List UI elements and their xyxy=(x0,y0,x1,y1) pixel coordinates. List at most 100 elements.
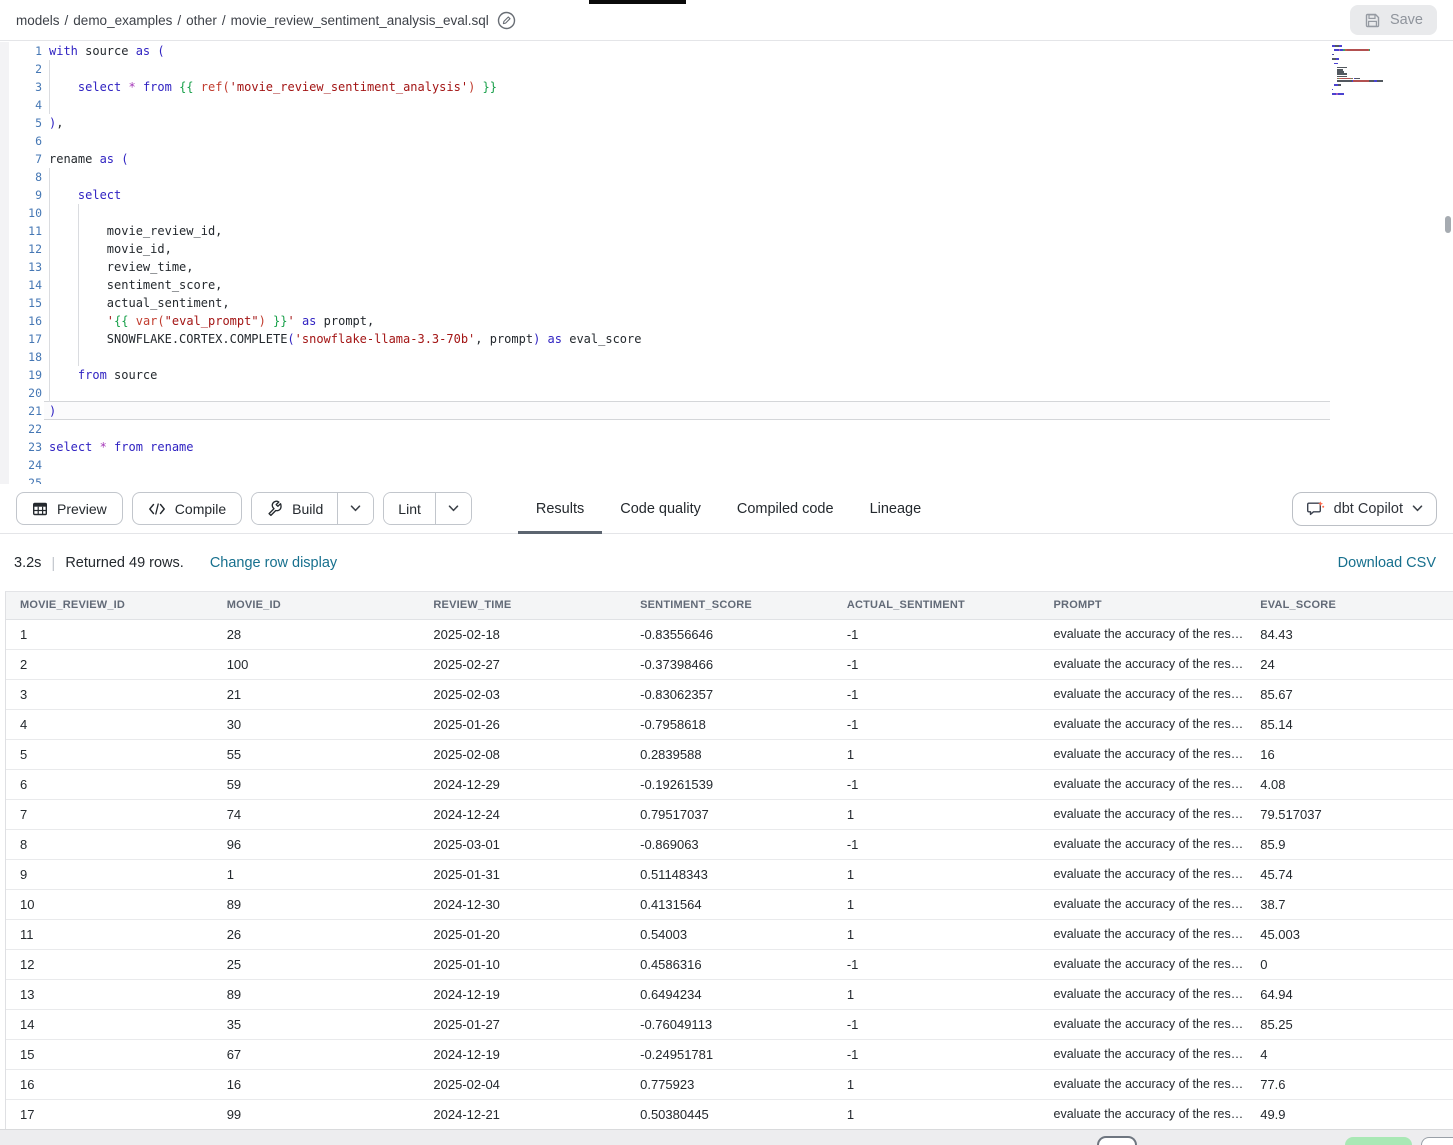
code-line[interactable]: 21) xyxy=(0,402,1453,420)
line-number: 7 xyxy=(9,150,42,168)
line-number: 2 xyxy=(9,60,42,78)
edit-circle-icon[interactable] xyxy=(497,11,516,30)
column-header-eval_score: EVAL_SCORE xyxy=(1246,592,1453,619)
editor-scrollbar-thumb[interactable] xyxy=(1445,216,1451,233)
code-line[interactable]: 25 xyxy=(0,474,1453,484)
code-text: ) xyxy=(42,402,56,420)
code-line[interactable]: 10 xyxy=(0,204,1453,222)
bottom-green-button-fragment[interactable] xyxy=(1345,1137,1412,1145)
code-line[interactable]: 14 sentiment_score, xyxy=(0,276,1453,294)
results-statusbar: 3.2s | Returned 49 rows. Change row disp… xyxy=(0,535,1453,591)
code-editor[interactable]: 1with source as (23 select * from {{ ref… xyxy=(0,42,1453,484)
code-line[interactable]: 18 xyxy=(0,348,1453,366)
table-row: 13892024-12-190.64942341evaluate the acc… xyxy=(6,979,1453,1009)
code-line[interactable]: 16 '{{ var("eval_prompt") }}' as prompt, xyxy=(0,312,1453,330)
tab-results[interactable]: Results xyxy=(518,484,602,533)
tab-code-quality[interactable]: Code quality xyxy=(602,484,719,533)
cell-prompt: evaluate the accuracy of the res… xyxy=(1040,709,1247,739)
prompt-truncated-text: evaluate the accuracy of the res… xyxy=(1054,807,1244,821)
cell-prompt: evaluate the accuracy of the res… xyxy=(1040,769,1247,799)
build-wrench-icon xyxy=(266,500,283,517)
code-line[interactable]: 1with source as ( xyxy=(0,42,1453,60)
save-button[interactable]: Save xyxy=(1350,5,1437,35)
cell-movie_id: 74 xyxy=(213,799,420,829)
lint-dropdown-chevron[interactable] xyxy=(435,493,471,524)
prompt-truncated-text: evaluate the accuracy of the res… xyxy=(1054,1077,1244,1091)
cell-movie_id: 28 xyxy=(213,619,420,649)
bottom-button-fragment[interactable] xyxy=(1097,1136,1137,1145)
breadcrumb-item[interactable]: demo_examples xyxy=(73,13,172,28)
prompt-truncated-text: evaluate the accuracy of the res… xyxy=(1054,777,1244,791)
table-row: 11262025-01-200.540031evaluate the accur… xyxy=(6,919,1453,949)
cell-prompt: evaluate the accuracy of the res… xyxy=(1040,1039,1247,1069)
cell-prompt: evaluate the accuracy of the res… xyxy=(1040,799,1247,829)
cell-eval_score: 4 xyxy=(1246,1039,1453,1069)
code-line[interactable]: 12 movie_id, xyxy=(0,240,1453,258)
code-line[interactable]: 20 xyxy=(0,384,1453,402)
line-number: 4 xyxy=(9,96,42,114)
code-line[interactable]: 7rename as ( xyxy=(0,150,1453,168)
table-row: 16162025-02-040.7759231evaluate the accu… xyxy=(6,1069,1453,1099)
cell-sentiment_score: -0.83556646 xyxy=(626,619,833,649)
download-csv-link[interactable]: Download CSV xyxy=(1338,555,1439,571)
cell-prompt: evaluate the accuracy of the res… xyxy=(1040,679,1247,709)
results-table: MOVIE_REVIEW_IDMOVIE_IDREVIEW_TIMESENTIM… xyxy=(6,592,1453,1129)
cell-eval_score: 84.43 xyxy=(1246,619,1453,649)
code-line[interactable]: 11 movie_review_id, xyxy=(0,222,1453,240)
prompt-truncated-text: evaluate the accuracy of the res… xyxy=(1054,897,1244,911)
code-line[interactable]: 22 xyxy=(0,420,1453,438)
bottom-white-button-fragment[interactable] xyxy=(1421,1137,1453,1145)
prompt-truncated-text: evaluate the accuracy of the res… xyxy=(1054,927,1244,941)
cell-actual_sentiment: 1 xyxy=(833,739,1040,769)
build-button[interactable]: Build xyxy=(252,493,337,524)
cell-movie_review_id: 12 xyxy=(6,949,213,979)
cell-sentiment_score: -0.83062357 xyxy=(626,679,833,709)
code-line[interactable]: 4 xyxy=(0,96,1453,114)
code-line[interactable]: 23select * from rename xyxy=(0,438,1453,456)
cell-eval_score: 0 xyxy=(1246,949,1453,979)
cell-actual_sentiment: -1 xyxy=(833,1039,1040,1069)
preview-button[interactable]: Preview xyxy=(16,492,123,525)
cell-eval_score: 77.6 xyxy=(1246,1069,1453,1099)
cell-eval_score: 79.517037 xyxy=(1246,799,1453,829)
change-row-display-link[interactable]: Change row display xyxy=(210,555,337,571)
lint-button[interactable]: Lint xyxy=(384,493,435,524)
tab-lineage[interactable]: Lineage xyxy=(852,484,940,533)
cell-review_time: 2024-12-19 xyxy=(419,979,626,1009)
breadcrumb-item[interactable]: movie_review_sentiment_analysis_eval.sql xyxy=(231,13,489,28)
cell-sentiment_score: 0.51148343 xyxy=(626,859,833,889)
code-line[interactable]: 2 xyxy=(0,60,1453,78)
cell-review_time: 2025-01-27 xyxy=(419,1009,626,1039)
cell-review_time: 2025-02-08 xyxy=(419,739,626,769)
code-line[interactable]: 3 select * from {{ ref('movie_review_sen… xyxy=(0,78,1453,96)
breadcrumb-item[interactable]: models xyxy=(16,13,60,28)
code-line[interactable]: 24 xyxy=(0,456,1453,474)
code-line[interactable]: 17 SNOWFLAKE.CORTEX.COMPLETE('snowflake-… xyxy=(0,330,1453,348)
code-text: rename as ( xyxy=(42,150,129,168)
prompt-truncated-text: evaluate the accuracy of the res… xyxy=(1054,867,1244,881)
build-dropdown-chevron[interactable] xyxy=(337,493,373,524)
code-line[interactable]: 9 select xyxy=(0,186,1453,204)
chevron-down-icon xyxy=(1412,505,1423,512)
code-text: movie_review_id, xyxy=(42,222,222,240)
bottom-bar xyxy=(0,1129,1453,1145)
code-line[interactable]: 8 xyxy=(0,168,1453,186)
cell-actual_sentiment: -1 xyxy=(833,679,1040,709)
cell-movie_id: 21 xyxy=(213,679,420,709)
code-line[interactable]: 5), xyxy=(0,114,1453,132)
cell-prompt: evaluate the accuracy of the res… xyxy=(1040,1009,1247,1039)
code-line[interactable]: 15 actual_sentiment, xyxy=(0,294,1453,312)
code-line[interactable]: 6 xyxy=(0,132,1453,150)
code-line[interactable]: 13 review_time, xyxy=(0,258,1453,276)
tab-compiled-code[interactable]: Compiled code xyxy=(719,484,852,533)
line-number: 5 xyxy=(9,114,42,132)
breadcrumb-item[interactable]: other xyxy=(186,13,217,28)
dbt-copilot-button[interactable]: dbt Copilot xyxy=(1292,492,1437,526)
top-edge-fragment xyxy=(589,0,686,4)
cell-review_time: 2024-12-30 xyxy=(419,889,626,919)
lint-button-group: Lint xyxy=(383,492,472,525)
breadcrumb-separator: / xyxy=(222,13,226,28)
code-line[interactable]: 19 from source xyxy=(0,366,1453,384)
code-text: '{{ var("eval_prompt") }}' as prompt, xyxy=(42,312,374,330)
compile-button[interactable]: Compile xyxy=(132,492,242,525)
